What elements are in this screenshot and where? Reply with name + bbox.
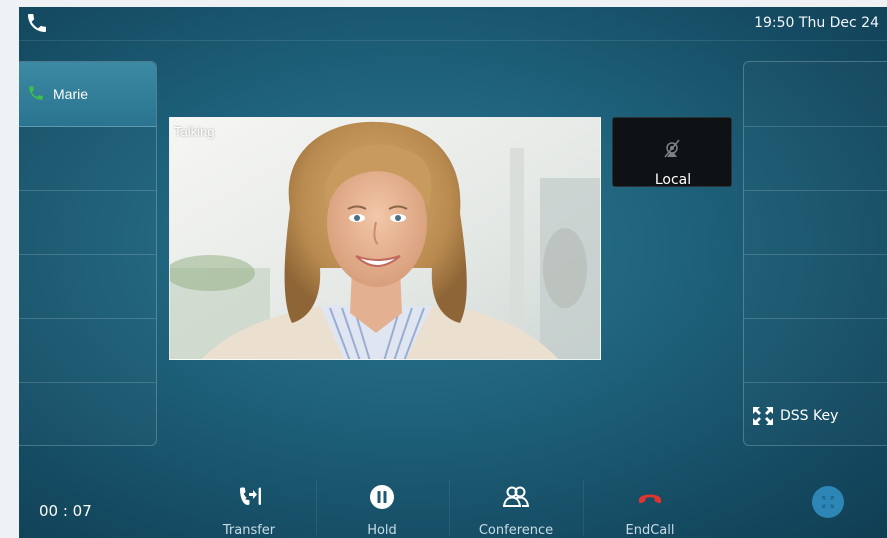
softkey-divider — [449, 480, 450, 536]
phone-screen: 19:50 Thu Dec 24 Marie DSS Key Talking L… — [19, 7, 887, 538]
fullscreen-icon — [822, 496, 834, 508]
phone-icon — [29, 86, 43, 100]
dss-keys-panel: DSS Key — [743, 61, 887, 446]
dss-key-more[interactable]: DSS Key — [744, 383, 887, 446]
dss-key-3[interactable] — [744, 191, 887, 255]
phone-frame: 19:50 Thu Dec 24 Marie DSS Key Talking L… — [0, 0, 887, 538]
line-key-4[interactable] — [19, 255, 156, 319]
dss-key-label: DSS Key — [780, 408, 839, 424]
transfer-icon — [240, 487, 261, 505]
line-key-5[interactable] — [19, 319, 156, 383]
dss-key-1[interactable] — [744, 62, 887, 127]
status-bar: 19:50 Thu Dec 24 — [19, 7, 887, 41]
line-key-6[interactable] — [19, 383, 156, 446]
dss-key-5[interactable] — [744, 319, 887, 383]
conference-button[interactable]: Conference — [451, 478, 581, 538]
transfer-label: Transfer — [222, 523, 276, 538]
camera-off-icon — [664, 139, 680, 158]
phone-status-icon — [28, 14, 46, 32]
transfer-button[interactable]: Transfer — [184, 478, 314, 538]
fullscreen-button[interactable] — [812, 486, 844, 518]
conference-label: Conference — [478, 523, 554, 538]
call-timer: 00 : 07 — [39, 502, 92, 520]
status-clock: 19:50 Thu Dec 24 — [754, 15, 879, 31]
line-key-marie[interactable]: Marie — [19, 62, 156, 127]
line-key-label: Marie — [53, 86, 89, 102]
call-status-label: Talking — [174, 124, 215, 139]
line-key-3[interactable] — [19, 191, 156, 255]
hang-up-icon — [639, 494, 661, 504]
dss-key-4[interactable] — [744, 255, 887, 319]
pause-icon — [370, 485, 394, 509]
remote-video[interactable]: Talking — [169, 117, 601, 360]
end-call-label: EndCall — [625, 523, 675, 538]
softkey-divider — [583, 480, 584, 536]
dss-key-2[interactable] — [744, 127, 887, 191]
conference-icon — [503, 486, 529, 507]
line-keys-panel: Marie — [19, 61, 157, 446]
hold-button[interactable]: Hold — [317, 478, 447, 538]
caller-photo — [170, 118, 600, 359]
expand-arrows-icon — [753, 407, 773, 425]
softkey-bar: 00 : 07 Transfer Hold Conference EndCall — [19, 470, 887, 538]
end-call-button[interactable]: EndCall — [585, 478, 715, 538]
local-preview-label: Local — [654, 172, 692, 188]
line-key-2[interactable] — [19, 127, 156, 191]
local-video-preview[interactable]: Local — [612, 117, 732, 188]
hold-label: Hold — [367, 523, 397, 538]
